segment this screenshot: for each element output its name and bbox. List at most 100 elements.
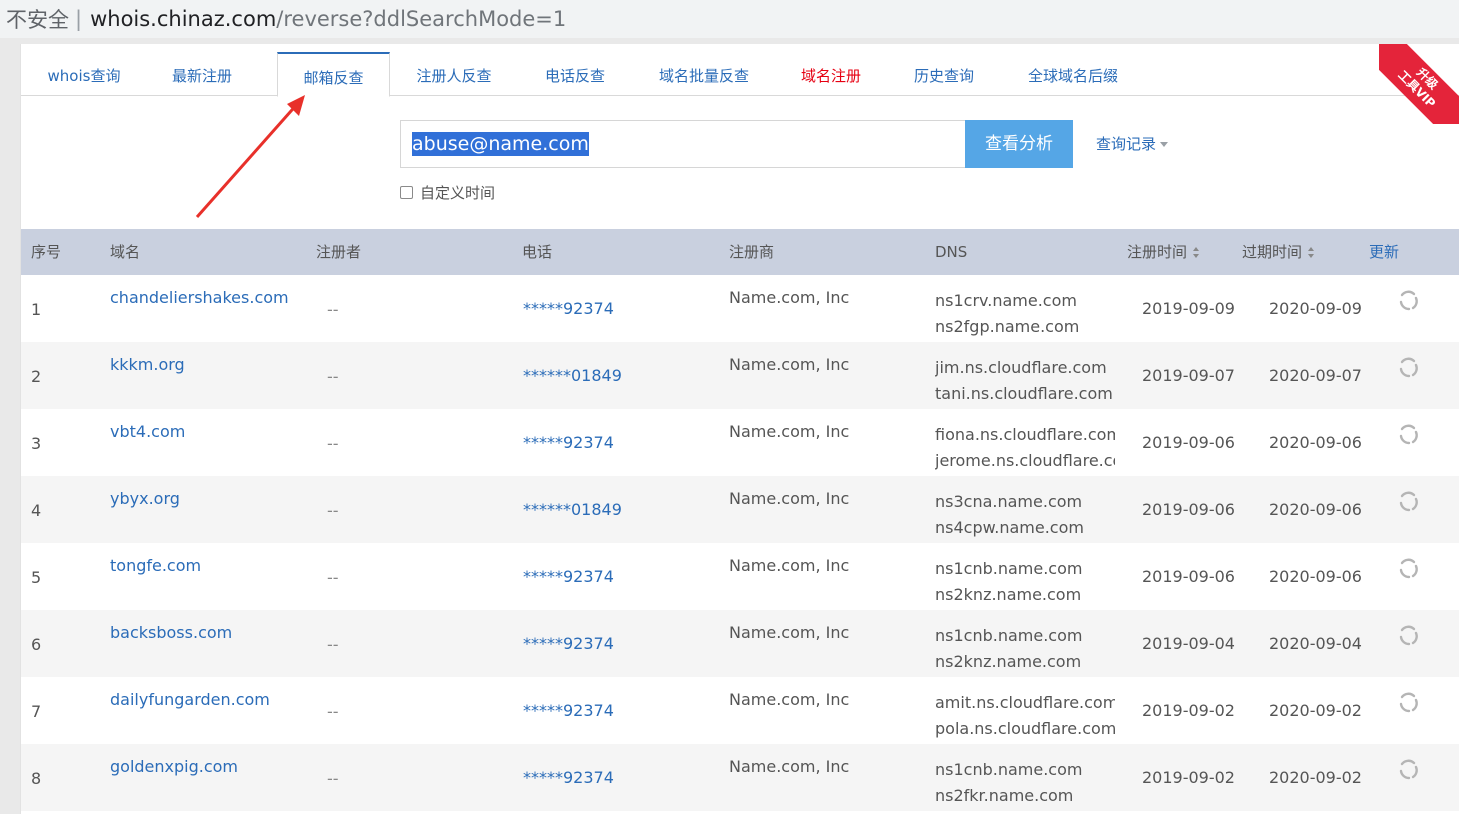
row-phone-link[interactable]: ******01849: [523, 366, 622, 385]
row-domain-link[interactable]: chandeliershakes.com: [110, 288, 289, 307]
refresh-icon[interactable]: [1397, 625, 1419, 647]
row-registrar: Name.com, Inc: [729, 422, 850, 441]
row-domain-link[interactable]: tongfe.com: [110, 556, 201, 575]
row-domain-link[interactable]: kkkm.org: [110, 355, 185, 374]
query-history-label: 查询记录: [1096, 135, 1157, 153]
header-reg-date[interactable]: 注册时间: [1127, 229, 1200, 275]
row-dns: ns1crv.name.com ns2fgp.name.com: [935, 288, 1115, 340]
custom-time-option[interactable]: 自定义时间: [400, 182, 495, 203]
header-reg-date-label: 注册时间: [1127, 243, 1188, 261]
row-dns-secondary: ns2knz.name.com: [935, 585, 1082, 604]
refresh-icon[interactable]: [1397, 692, 1419, 714]
query-history-dropdown[interactable]: 查询记录: [1096, 120, 1169, 168]
row-index: 2: [31, 367, 42, 386]
red-arrow-annotation: [195, 95, 305, 218]
table-row: 4 ybyx.org -- ******01849 Name.com, Inc …: [21, 476, 1459, 543]
table-row: 5 tongfe.com -- *****92374 Name.com, Inc…: [21, 543, 1459, 610]
tab-global-suffix[interactable]: 全球域名后缀: [1017, 52, 1129, 96]
tab-history-query[interactable]: 历史查询: [901, 52, 987, 96]
row-phone-link[interactable]: *****92374: [523, 701, 614, 720]
row-registrant: --: [327, 300, 339, 319]
row-domain-link[interactable]: goldenxpig.com: [110, 757, 238, 776]
refresh-icon[interactable]: [1397, 290, 1419, 312]
row-dns: ns1cnb.name.com ns2knz.name.com: [935, 623, 1115, 675]
refresh-icon[interactable]: [1397, 759, 1419, 781]
row-phone-link[interactable]: *****92374: [523, 567, 614, 586]
browser-address-bar[interactable]: 不安全 | whois.chinaz.com/reverse?ddlSearch…: [0, 0, 1459, 38]
tab-registrant-reverse[interactable]: 注册人反查: [406, 52, 502, 96]
row-exp-date: 2020-09-09: [1269, 299, 1362, 318]
row-exp-date: 2020-09-02: [1269, 701, 1362, 720]
tab-phone-reverse[interactable]: 电话反查: [531, 52, 619, 96]
header-exp-date[interactable]: 过期时间: [1242, 229, 1315, 275]
tab-domain-registration[interactable]: 域名注册: [789, 52, 873, 96]
sort-icon: [1193, 246, 1200, 259]
refresh-icon[interactable]: [1397, 424, 1419, 446]
custom-time-checkbox[interactable]: [400, 186, 413, 199]
row-registrar: Name.com, Inc: [729, 757, 850, 776]
row-domain-link[interactable]: backsboss.com: [110, 623, 232, 642]
row-dns: fiona.ns.cloudflare.com jerome.ns.cloudf…: [935, 422, 1115, 474]
table-row: 6 backsboss.com -- *****92374 Name.com, …: [21, 610, 1459, 677]
tab-latest-registration[interactable]: 最新注册: [156, 52, 248, 96]
row-domain-link[interactable]: vbt4.com: [110, 422, 185, 441]
row-registrant: --: [327, 367, 339, 386]
sort-icon: [1308, 246, 1315, 259]
table-row: 1 chandeliershakes.com -- *****92374 Nam…: [21, 275, 1459, 342]
vip-line2: 工具VIP: [1395, 67, 1439, 111]
header-update[interactable]: 更新: [1369, 229, 1399, 275]
insecure-label: 不安全: [6, 8, 69, 32]
row-index: 1: [31, 300, 42, 319]
row-domain-link[interactable]: ybyx.org: [110, 489, 180, 508]
row-dns-primary: fiona.ns.cloudflare.com: [935, 425, 1115, 444]
row-registrant: --: [327, 568, 339, 587]
tab-email-reverse[interactable]: 邮箱反查: [277, 52, 390, 97]
row-reg-date: 2019-09-06: [1142, 500, 1235, 519]
row-registrar: Name.com, Inc: [729, 288, 850, 307]
row-dns-primary: ns3cna.name.com: [935, 492, 1083, 511]
row-index: 3: [31, 434, 42, 453]
results-table-body: 1 chandeliershakes.com -- *****92374 Nam…: [21, 275, 1459, 811]
row-phone-link[interactable]: *****92374: [523, 299, 614, 318]
row-dns-primary: amit.ns.cloudflare.com: [935, 693, 1115, 712]
row-exp-date: 2020-09-04: [1269, 634, 1362, 653]
table-row: 7 dailyfungarden.com -- *****92374 Name.…: [21, 677, 1459, 744]
header-phone: 电话: [522, 243, 553, 261]
header-index: 序号: [31, 243, 62, 261]
row-dns-secondary: ns4cpw.name.com: [935, 518, 1084, 537]
row-reg-date: 2019-09-06: [1142, 433, 1235, 452]
row-phone-link[interactable]: *****92374: [523, 433, 614, 452]
row-dns: jim.ns.cloudflare.com tani.ns.cloudflare…: [935, 355, 1115, 407]
row-phone-link[interactable]: *****92374: [523, 768, 614, 787]
row-dns-primary: ns1cnb.name.com: [935, 559, 1083, 578]
row-exp-date: 2020-09-07: [1269, 366, 1362, 385]
row-domain-link[interactable]: dailyfungarden.com: [110, 690, 270, 709]
vip-upgrade-ribbon[interactable]: 升级 工具VIP: [1379, 44, 1459, 124]
row-registrant: --: [327, 702, 339, 721]
row-index: 8: [31, 769, 42, 788]
email-search-input[interactable]: abuse@name.com: [400, 120, 966, 168]
header-registrar: 注册商: [729, 243, 775, 261]
row-dns-secondary: ns2knz.name.com: [935, 652, 1082, 671]
row-phone-link[interactable]: *****92374: [523, 634, 614, 653]
refresh-icon[interactable]: [1397, 491, 1419, 513]
refresh-icon[interactable]: [1397, 357, 1419, 379]
row-phone-link[interactable]: ******01849: [523, 500, 622, 519]
analyze-button[interactable]: 查看分析: [965, 120, 1073, 168]
row-reg-date: 2019-09-02: [1142, 768, 1235, 787]
row-registrant: --: [327, 769, 339, 788]
row-index: 7: [31, 702, 42, 721]
page-content: whois查询 最新注册 邮箱反查 注册人反查 电话反查 域名批量反查 域名注册…: [20, 44, 1459, 814]
row-exp-date: 2020-09-06: [1269, 500, 1362, 519]
header-registrant: 注册者: [316, 243, 362, 261]
tab-whois[interactable]: whois查询: [39, 52, 129, 96]
row-dns-secondary: tani.ns.cloudflare.com: [935, 384, 1113, 403]
row-index: 6: [31, 635, 42, 654]
refresh-icon[interactable]: [1397, 558, 1419, 580]
row-registrar: Name.com, Inc: [729, 489, 850, 508]
table-row: 8 goldenxpig.com -- *****92374 Name.com,…: [21, 744, 1459, 811]
row-registrar: Name.com, Inc: [729, 355, 850, 374]
tab-batch-reverse[interactable]: 域名批量反查: [649, 52, 759, 96]
row-dns-secondary: jerome.ns.cloudflare.co: [935, 451, 1115, 470]
row-dns: amit.ns.cloudflare.com pola.ns.cloudflar…: [935, 690, 1115, 742]
